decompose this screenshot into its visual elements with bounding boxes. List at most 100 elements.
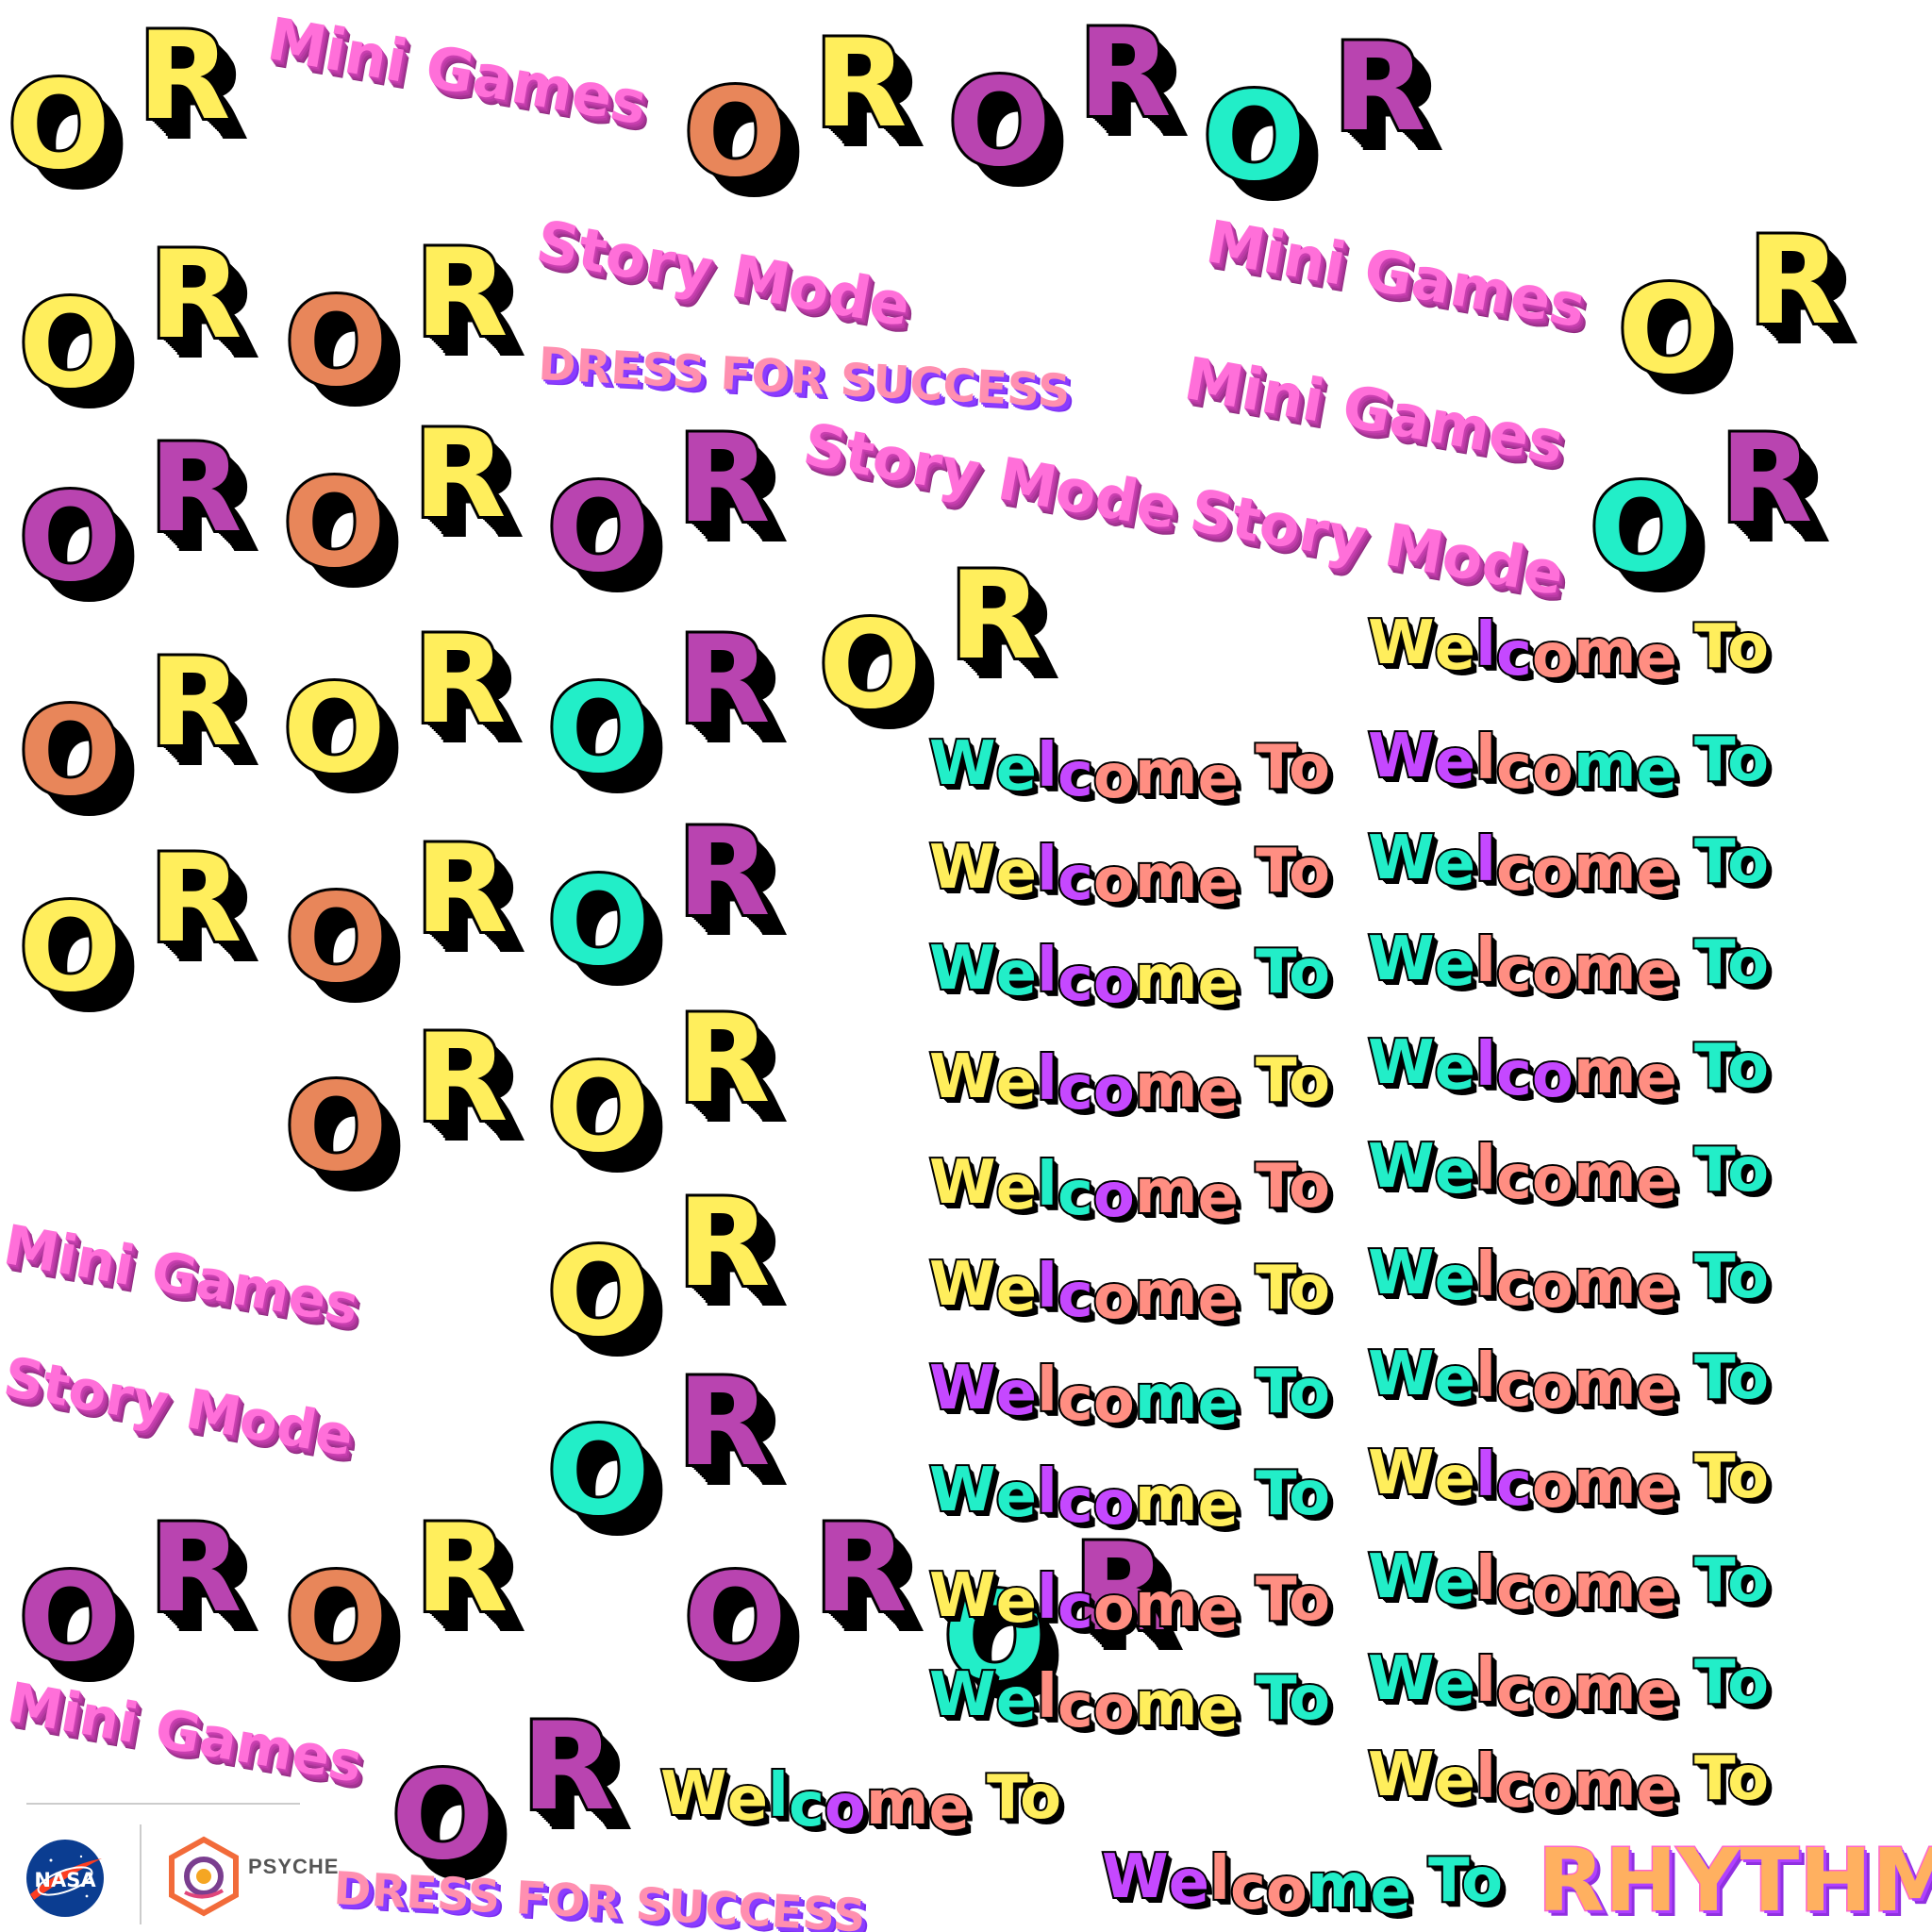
welcome-letter: e [1196,1163,1241,1233]
welcome-letter: e [927,1774,972,1844]
welcome-letter: o [1091,1056,1137,1125]
welcome-letter: W [1366,924,1437,994]
welcome-letter: W [1366,824,1437,893]
or-letter-o: O [282,1548,391,1689]
or-letter-r: R [1717,409,1816,550]
welcome-letter: c [1056,1672,1095,1741]
welcome-letter: c [1494,1143,1534,1213]
welcome-letter: o [1530,1353,1575,1423]
or-letter-r: R [675,803,774,943]
or-sprite-tile: OR [544,803,811,1011]
mini-games-label: Mini Games [1179,343,1570,478]
welcome-letter: m [1572,1750,1639,1820]
welcome-letter: m [1133,1259,1200,1329]
story-mode-label: Story Mode [798,409,1183,543]
welcome-to-label: Welcome To [927,1663,1332,1742]
story-mode-label: Story Mode [0,1344,358,1470]
dress-for-success-label: DRESS FOR SUCCESS [332,1862,867,1932]
or-letter-o: O [816,595,924,736]
or-sprite-tile: OR [280,405,547,613]
welcome-letter: e [1635,624,1679,693]
to-word: To [1692,928,1771,998]
welcome-letter: m [1133,1571,1200,1641]
to-word: To [1254,1046,1332,1116]
welcome-letter: W [1366,1439,1437,1508]
to-word: To [1692,1032,1771,1102]
welcome-letter: W [927,1250,998,1320]
welcome-letter: l [1474,1742,1498,1812]
welcome-to-label: Welcome To [927,1148,1332,1230]
welcome-to-label: Welcome To [1366,1239,1771,1321]
welcome-letter: l [1474,926,1498,996]
or-sprite-tile: OR [16,641,283,841]
or-sprite-tile: OR [1587,409,1854,618]
or-letter-o: O [544,1223,653,1363]
welcome-letter: e [1196,1265,1241,1335]
welcome-letter: e [994,1567,1039,1637]
or-letter-r: R [811,1499,910,1640]
welcome-letter: W [1366,1239,1437,1308]
welcome-letter: c [1494,1250,1534,1320]
welcome-letter: e [1433,930,1477,1000]
welcome-letter: l [1474,1241,1498,1310]
welcome-letter: c [1056,741,1095,810]
welcome-letter: e [994,1154,1039,1224]
welcome-to-label: Welcome To [1366,1342,1771,1422]
or-letter-o: O [280,659,389,800]
welcome-letter: o [1530,938,1575,1008]
welcome-letter: m [1133,1052,1200,1122]
welcome-letter: l [1474,1030,1498,1100]
welcome-letter: e [1635,1557,1679,1627]
or-letter-r: R [146,1499,245,1640]
welcome-letter: W [1366,722,1437,791]
welcome-letter: c [1056,1573,1095,1642]
welcome-letter: W [927,1561,998,1631]
welcome-letter: o [1091,742,1137,812]
story-mode-label: Story Mode [1185,475,1570,609]
welcome-letter: e [1433,1244,1477,1314]
welcome-letter: W [927,1354,998,1424]
or-sprite-tile: OR [16,426,283,627]
or-letter-o: O [16,468,125,608]
or-letter-r: R [410,405,509,545]
welcome-letter: e [1196,848,1241,918]
welcome-to-label: Welcome To [1100,1845,1505,1924]
welcome-letter: l [1035,731,1059,801]
welcome-to-label: Welcome To [1366,722,1771,804]
or-letter-r: R [519,1697,618,1838]
welcome-letter: W [927,1456,998,1525]
welcome-to-label: Welcome To [1366,1135,1771,1214]
or-letter-o: O [544,1402,653,1542]
to-word: To [1692,725,1771,795]
welcome-letter: o [1091,1574,1137,1644]
welcome-letter: l [1035,1150,1059,1220]
or-sprite-tile: OR [544,417,811,618]
welcome-letter: c [1494,1040,1534,1109]
to-word: To [1692,1343,1771,1413]
welcome-letter: o [1530,1556,1575,1625]
to-word: To [1254,938,1332,1008]
to-word: To [1254,1459,1332,1529]
to-word: To [985,1763,1063,1833]
welcome-letter: W [927,1148,998,1218]
or-letter-r: R [675,1353,774,1493]
dress-for-success-label: DRESS FOR SUCCESS [537,338,1072,419]
welcome-letter: e [1433,1345,1477,1415]
welcome-to-label: Welcome To [927,836,1332,915]
welcome-letter: o [1530,622,1575,691]
welcome-letter: o [1091,1161,1137,1231]
footer-divider [26,1803,300,1805]
or-letter-r: R [146,225,245,366]
welcome-letter: e [1433,727,1477,797]
welcome-letter: m [1572,1248,1639,1318]
welcome-to-label: Welcome To [1366,1647,1771,1726]
welcome-letter: e [1196,1576,1241,1646]
welcome-letter: c [1494,936,1534,1006]
mini-games-label: Mini Games [0,1212,364,1339]
welcome-letter: l [1035,1356,1059,1425]
welcome-to-label: Welcome To [927,1250,1332,1332]
or-letter-o: O [945,53,1054,193]
welcome-letter: m [1133,1670,1200,1740]
welcome-letter: l [1474,1544,1498,1614]
psyche-mission-logo-icon [169,1836,239,1917]
